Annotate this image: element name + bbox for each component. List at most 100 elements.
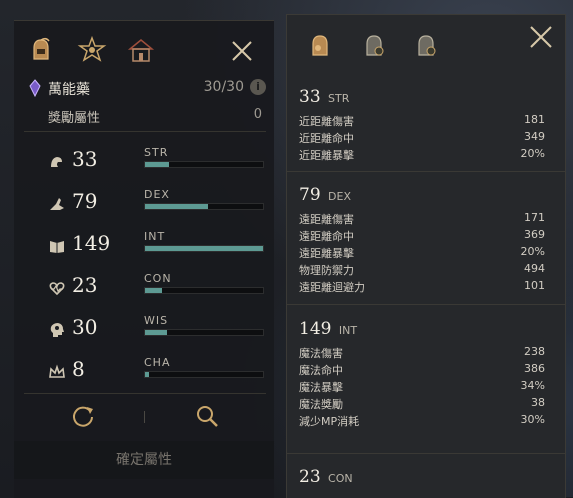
close-icon[interactable] <box>527 23 555 51</box>
stat-label: WIS <box>144 314 169 327</box>
elixir-row: 萬能藥 30/30 i <box>28 77 266 99</box>
dexterity-icon <box>50 198 64 210</box>
detail-value: 20% <box>520 245 545 258</box>
star-icon[interactable] <box>77 35 107 65</box>
divider <box>24 131 266 132</box>
helmet-icon[interactable] <box>305 31 335 61</box>
stat-bar <box>144 203 264 210</box>
group-abbr: CON <box>328 472 353 485</box>
confirm-stats-button[interactable]: 確定屬性 <box>14 441 274 479</box>
detail-label: 物理防禦力 <box>299 264 354 277</box>
detail-value: 238 <box>524 345 545 358</box>
bonus-points-value: 0 <box>253 107 262 122</box>
detail-line: 近距離暴擊 20% <box>299 147 553 164</box>
detail-value: 171 <box>524 211 545 224</box>
detail-line: 物理防禦力 494 <box>299 262 553 279</box>
search-icon[interactable] <box>194 403 220 429</box>
detail-line: 魔法傷害 238 <box>299 345 553 362</box>
detail-value: 38 <box>531 396 545 409</box>
details-tab-bar <box>287 15 565 75</box>
detail-line: 遠距離迴避力 101 <box>299 279 553 296</box>
elixir-name: 萬能藥 <box>48 82 90 98</box>
stat-row-wis[interactable]: 30 WIS <box>48 313 268 349</box>
helmet-icon[interactable] <box>26 35 56 65</box>
reset-icon[interactable] <box>70 403 96 429</box>
detail-value: 181 <box>524 113 545 126</box>
detail-value: 349 <box>524 130 545 143</box>
group-header: 23 CON <box>299 467 553 493</box>
detail-label: 減少MP消耗 <box>299 415 360 428</box>
elixir-icon <box>29 79 41 97</box>
detail-line: 遠距離傷害 171 <box>299 211 553 228</box>
stat-value: 30 <box>72 315 98 339</box>
stat-value: 33 <box>72 147 98 171</box>
group-header: 149 INT <box>299 319 553 345</box>
stat-label: STR <box>144 146 169 159</box>
close-icon[interactable] <box>230 39 254 63</box>
detail-line: 魔法獎勵 38 <box>299 396 553 413</box>
stat-details-panel: 33 STR 近距離傷害 181 近距離命中 349 近距離暴擊 20% 79 DEX… <box>286 14 566 498</box>
stat-label: CON <box>144 272 172 285</box>
group-header: 79 DEX <box>299 185 553 211</box>
detail-label: 魔法獎勵 <box>299 398 343 411</box>
crown-icon <box>49 364 65 378</box>
int-details: 149 INT 魔法傷害 238 魔法命中 386 魔法暴擊 34% 魔法獎勵 38 減… <box>299 319 553 430</box>
stat-row-int[interactable]: 149 INT <box>48 229 268 265</box>
bonus-points-row: 獎勵屬性 0 <box>48 107 262 126</box>
detail-line: 減少MP消耗 30% <box>299 413 553 430</box>
left-panel-actions <box>24 399 266 439</box>
detail-label: 魔法傷害 <box>299 347 343 360</box>
stat-row-str[interactable]: 33 STR <box>48 145 268 181</box>
info-icon[interactable]: i <box>250 79 266 95</box>
house-icon[interactable] <box>126 35 156 65</box>
stat-row-con[interactable]: 23 CON <box>48 271 268 307</box>
top-strip-text <box>30 0 240 12</box>
group-abbr: STR <box>328 92 350 105</box>
stat-value: 8 <box>72 357 85 381</box>
detail-line: 魔法暴擊 34% <box>299 379 553 396</box>
detail-value: 20% <box>520 147 545 160</box>
group-value: 79 <box>299 185 321 205</box>
stat-value: 23 <box>72 273 98 297</box>
book-icon <box>50 241 64 253</box>
stat-value: 149 <box>72 231 111 255</box>
stat-bar <box>144 245 264 252</box>
detail-label: 近距離傷害 <box>299 115 354 128</box>
detail-value: 386 <box>524 362 545 375</box>
stat-label: INT <box>144 230 166 243</box>
group-value: 33 <box>299 87 321 107</box>
helmet-shield-icon[interactable] <box>411 31 441 61</box>
group-abbr: INT <box>338 324 358 337</box>
group-value: 149 <box>299 319 332 339</box>
head-icon <box>50 323 64 337</box>
stat-label: CHA <box>144 356 171 369</box>
divider <box>287 304 565 305</box>
stat-label: DEX <box>144 188 170 201</box>
stat-row-dex[interactable]: 79 DEX <box>48 187 268 223</box>
detail-value: 101 <box>524 279 545 292</box>
detail-label: 魔法暴擊 <box>299 381 343 394</box>
helmet-plus-icon[interactable] <box>359 31 389 61</box>
left-tab-bar <box>14 29 274 69</box>
detail-label: 遠距離迴避力 <box>299 281 365 294</box>
detail-line: 魔法命中 386 <box>299 362 553 379</box>
group-abbr: DEX <box>328 190 352 203</box>
dex-details: 79 DEX 遠距離傷害 171 遠距離命中 369 遠距離暴擊 20% 物理防禦力 4… <box>299 185 553 296</box>
detail-line: 近距離傷害 181 <box>299 113 553 130</box>
str-details: 33 STR 近距離傷害 181 近距離命中 349 近距離暴擊 20% <box>299 87 553 164</box>
detail-label: 魔法命中 <box>299 364 343 377</box>
detail-line: 遠距離暴擊 20% <box>299 245 553 262</box>
detail-value: 30% <box>520 413 545 426</box>
group-value: 23 <box>299 467 321 487</box>
stat-value: 79 <box>72 189 98 213</box>
divider <box>287 171 565 172</box>
elixir-count: 30/30 <box>203 79 244 95</box>
detail-value: 34% <box>520 379 545 392</box>
detail-label: 近距離命中 <box>299 132 354 145</box>
detail-label: 遠距離命中 <box>299 230 354 243</box>
divider <box>287 453 565 454</box>
stat-bar <box>144 329 264 336</box>
detail-value: 369 <box>524 228 545 241</box>
divider <box>24 393 266 394</box>
stat-row-cha[interactable]: 8 CHA <box>48 355 268 391</box>
